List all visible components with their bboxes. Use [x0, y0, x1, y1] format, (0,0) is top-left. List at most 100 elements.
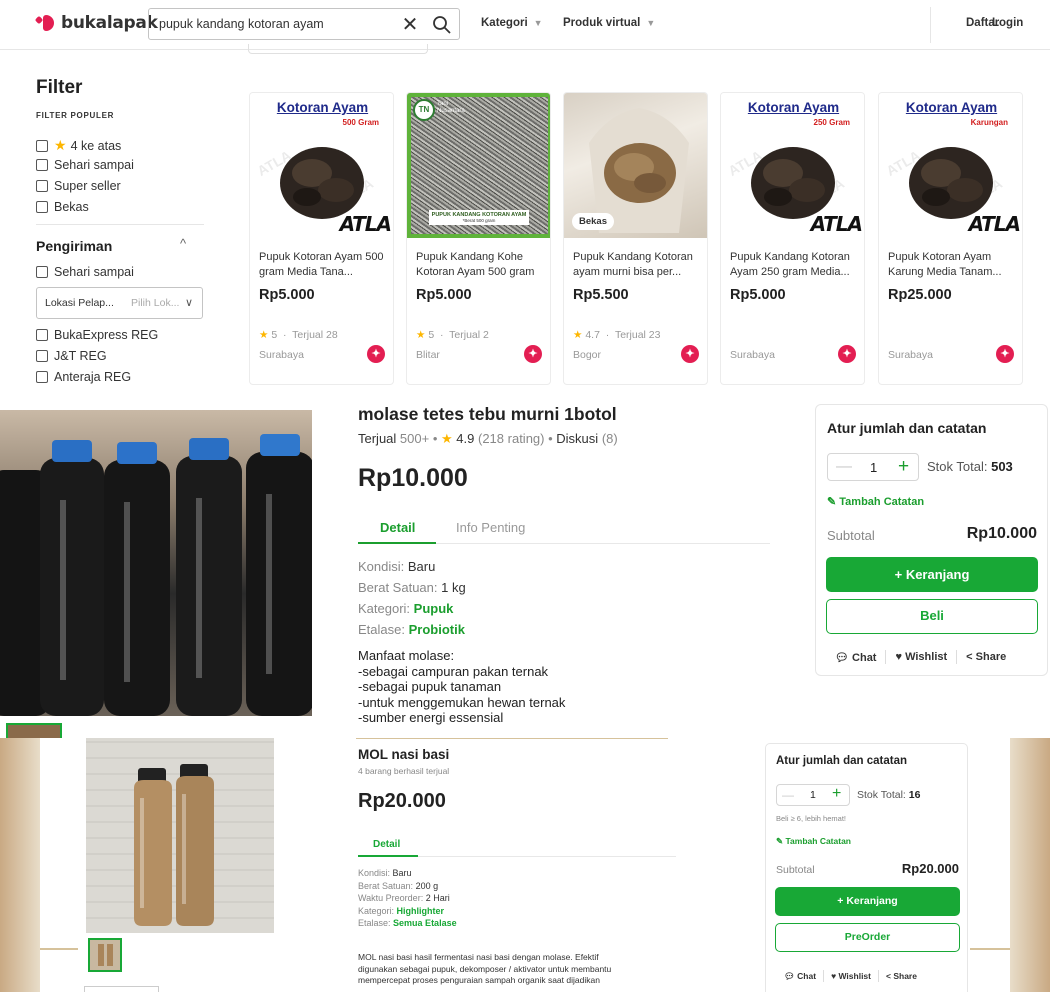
search-input[interactable]: [159, 15, 389, 33]
star-icon: ★: [259, 329, 269, 341]
sold-info: 4 barang berhasil terjual: [358, 766, 450, 776]
filter-shipping-sameday[interactable]: Sehari sampai: [36, 265, 134, 279]
filter-courier-anteraja[interactable]: Anteraja REG: [36, 370, 131, 384]
chevron-up-icon[interactable]: ^: [180, 236, 186, 251]
nav-kategori[interactable]: Kategori ▼: [481, 17, 543, 29]
pencil-icon: ✎: [776, 836, 784, 846]
add-to-cart-button[interactable]: + Keranjang: [775, 887, 960, 916]
quantity-stepper[interactable]: — 1 +: [827, 453, 919, 481]
rating-count[interactable]: (218 rating): [478, 431, 544, 446]
product-tabs: Detail: [358, 833, 676, 857]
share-label: Share: [975, 651, 1007, 663]
etalase-link[interactable]: Probiotik: [409, 622, 465, 637]
product-main-image[interactable]: [0, 410, 312, 716]
chat-button[interactable]: 💬︎ Chat: [835, 651, 876, 664]
nav-produk-virtual[interactable]: Produk virtual ▼: [563, 17, 655, 29]
checkbox[interactable]: [36, 350, 48, 362]
minus-icon[interactable]: —: [782, 788, 794, 802]
category-link[interactable]: Highlighter: [397, 906, 445, 916]
super-seller-badge-icon: ✦: [838, 345, 856, 363]
description-line: Manfaat molase:: [358, 648, 455, 663]
share-label: Share: [893, 971, 917, 981]
super-seller-badge-icon: ✦: [681, 345, 699, 363]
quantity-value[interactable]: 1: [870, 460, 877, 475]
share-button[interactable]: < Share: [966, 651, 1006, 663]
wishlist-button[interactable]: ♥ Wishlist: [895, 651, 947, 663]
product-name[interactable]: Pupuk Kandang Kotoran ayam murni bisa pe…: [573, 250, 701, 280]
product-name[interactable]: Pupuk Kandang Kotoran Ayam 250 gram Medi…: [730, 250, 858, 280]
close-icon[interactable]: ✕: [399, 12, 421, 37]
plus-icon[interactable]: +: [898, 456, 909, 478]
share-button[interactable]: < Share: [886, 971, 917, 981]
add-note-link[interactable]: ✎ Tambah Catatan: [827, 495, 924, 508]
filter-rating[interactable]: ★ 4 ke atas: [36, 137, 121, 154]
product-image: Kotoran Ayam500 Gram ATLA ATLA ATLA: [250, 93, 393, 238]
heart-icon: ♥: [831, 971, 837, 981]
plus-icon[interactable]: +: [832, 785, 841, 803]
product-main-image[interactable]: [86, 738, 274, 933]
product-rating: 4.7: [585, 329, 600, 341]
detail-label: Waktu Preorder:: [358, 893, 424, 903]
detail-label: Etalase:: [358, 622, 405, 637]
quantity-value[interactable]: 1: [810, 789, 816, 801]
filter-courier-jnt[interactable]: J&T REG: [36, 349, 107, 363]
checkbox[interactable]: [36, 139, 48, 152]
chat-button[interactable]: 💬︎ Chat: [784, 971, 816, 982]
promo-text: Beli ≥ 6, lebih hemat!: [776, 814, 846, 823]
login-link[interactable]: Login: [992, 17, 1023, 29]
nav-kategori-label: Kategori: [481, 17, 528, 29]
product-city: Bogor: [573, 349, 602, 361]
checkbox[interactable]: [36, 371, 48, 383]
checkbox[interactable]: [36, 201, 48, 213]
caret-down-icon: ▼: [533, 18, 543, 28]
product-card[interactable]: Kotoran Ayam250 Gram ATLA ATLA ATLA Pupu…: [720, 92, 865, 385]
category-link[interactable]: Pupuk: [414, 601, 454, 616]
checkbox[interactable]: [36, 329, 48, 341]
product-card[interactable]: TN Tani Nusantara PUPUK KANDANG KOTORAN …: [406, 92, 551, 385]
product-sold: Terjual 2: [449, 329, 489, 341]
minus-icon[interactable]: —: [836, 458, 852, 476]
filter-bekas[interactable]: Bekas: [36, 200, 89, 214]
location-select[interactable]: Lokasi Pelap... Pilih Lok... ∨: [36, 287, 203, 319]
brand-logo: ATLA: [339, 212, 392, 236]
product-meta: ★ 4.7 · Terjual 23: [573, 329, 661, 341]
image-logo-text: Tani Nusantara: [437, 101, 465, 114]
search-box[interactable]: ✕: [148, 8, 460, 40]
detail-kondisi: Kondisi: Baru: [358, 867, 457, 880]
product-name[interactable]: Pupuk Kotoran Ayam 500 gram Media Tana..…: [259, 250, 387, 280]
checkbox[interactable]: [36, 180, 48, 192]
filter-title: Filter: [36, 77, 83, 98]
product-card[interactable]: Kotoran AyamKarungan ATLA ATLA ATLA Pupu…: [878, 92, 1023, 385]
product-card[interactable]: Kotoran Ayam500 Gram ATLA ATLA ATLA Pupu…: [249, 92, 394, 385]
preorder-button[interactable]: PreOrder: [775, 923, 960, 952]
quantity-stepper[interactable]: — 1 +: [776, 784, 850, 806]
product-thumbnail[interactable]: [6, 723, 62, 738]
search-icon[interactable]: [431, 14, 453, 36]
detail-label: Berat Satuan:: [358, 880, 414, 891]
product-name[interactable]: Pupuk Kotoran Ayam Karung Media Tanam...: [888, 250, 1016, 280]
etalase-link[interactable]: Semua Etalase: [393, 918, 457, 928]
add-note-link[interactable]: ✎ Tambah Catatan: [776, 836, 851, 847]
product-title: MOL nasi basi: [358, 747, 450, 762]
stock-info: Stok Total: 503: [927, 459, 1013, 474]
filter-sehari[interactable]: Sehari sampai: [36, 158, 134, 172]
product-price: Rp5.000: [416, 287, 472, 303]
product-name[interactable]: Pupuk Kandang Kohe Kotoran Ayam 500 gram: [416, 250, 544, 280]
filter-super-seller[interactable]: Super seller: [36, 179, 121, 193]
product-detail-molase: molase tetes tebu murni 1botol Terjual 5…: [0, 390, 1050, 738]
checkbox[interactable]: [36, 159, 48, 171]
tab-detail[interactable]: Detail: [380, 520, 415, 535]
product-card[interactable]: Bekas Pupuk Kandang Kotoran ayam murni b…: [563, 92, 708, 385]
product-thumbnail[interactable]: [88, 938, 122, 972]
product-meta: ★ 5 · Terjual 28: [259, 329, 338, 341]
discussion-link[interactable]: Diskusi: [556, 431, 598, 446]
wishlist-button[interactable]: ♥ Wishlist: [831, 971, 871, 981]
add-to-cart-button[interactable]: + Keranjang: [826, 557, 1038, 592]
buy-button[interactable]: Beli: [826, 599, 1038, 634]
product-city: Surabaya: [730, 349, 775, 361]
filter-courier-bukaexpress[interactable]: BukaExpress REG: [36, 328, 158, 342]
tab-info-penting[interactable]: Info Penting: [456, 520, 525, 535]
tab-detail[interactable]: Detail: [373, 839, 400, 850]
bukalapak-logo[interactable]: bukalapak: [34, 13, 158, 33]
checkbox[interactable]: [36, 266, 48, 278]
